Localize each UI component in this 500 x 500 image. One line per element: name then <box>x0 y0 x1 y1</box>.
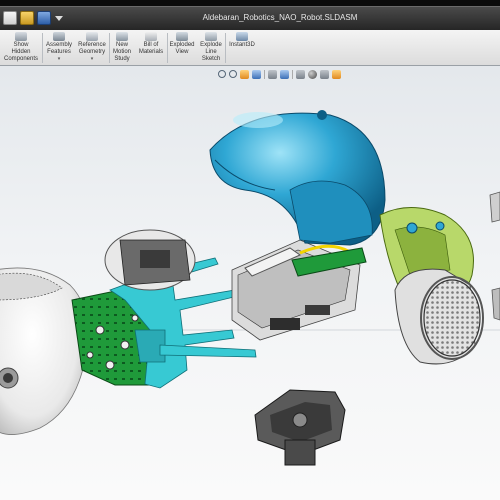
neck-motor-part[interactable] <box>254 389 346 466</box>
ribbon-separator <box>42 33 43 63</box>
explode-line-sketch-button[interactable]: Explode Line Sketch <box>198 30 224 66</box>
explode-line-sketch-icon <box>205 32 217 41</box>
head-top-shell-part[interactable] <box>209 110 386 246</box>
bill-of-materials-button[interactable]: Bill of Materials <box>136 30 166 66</box>
show-hidden-icon <box>15 32 27 41</box>
graphics-area[interactable] <box>0 66 500 500</box>
bill-of-materials-icon <box>145 32 157 41</box>
view-orientation-icon[interactable] <box>268 69 277 79</box>
face-shell-part[interactable] <box>0 267 89 435</box>
section-view-icon[interactable] <box>252 69 261 79</box>
new-motion-study-button[interactable]: New Motion Study <box>111 30 133 66</box>
speaker-part[interactable] <box>394 268 484 365</box>
edge-connector-part[interactable] <box>489 191 500 321</box>
hide-show-icon[interactable] <box>296 69 305 79</box>
zoom-area-icon[interactable] <box>229 70 237 78</box>
motion-study-icon <box>116 32 128 41</box>
rear-camera-module[interactable] <box>104 229 196 291</box>
save-icon[interactable] <box>37 11 51 25</box>
heads-up-view-toolbar <box>218 68 341 80</box>
toolbar-separator <box>264 69 265 79</box>
show-hidden-components-button[interactable]: Show Hidden Components <box>2 30 40 66</box>
edit-appearance-icon[interactable] <box>308 69 317 79</box>
open-folder-icon[interactable] <box>20 11 34 25</box>
command-manager-ribbon: Show Hidden Components Assembly Features… <box>0 30 500 66</box>
exploded-view-icon <box>176 32 188 41</box>
assembly-features-icon <box>53 32 65 41</box>
exploded-view-button[interactable]: Exploded View <box>168 30 196 66</box>
view-settings-icon[interactable] <box>332 69 341 79</box>
previous-view-icon[interactable] <box>240 69 249 79</box>
ribbon-separator <box>109 33 110 63</box>
assembly-features-button[interactable]: Assembly Features ▾ <box>44 30 74 66</box>
reference-geometry-button[interactable]: Reference Geometry ▾ <box>76 30 108 66</box>
apply-scene-icon[interactable] <box>320 69 329 79</box>
solidworks-window: Aldebaran_Robotics_NAO_Robot.SLDASM Show… <box>0 0 500 500</box>
instant3d-button[interactable]: Instant3D <box>227 30 257 66</box>
window-title: Aldebaran_Robotics_NAO_Robot.SLDASM <box>202 13 358 22</box>
zoom-to-fit-icon[interactable] <box>218 70 226 78</box>
instant3d-icon <box>236 32 248 41</box>
exploded-robot-head-model[interactable] <box>0 66 500 500</box>
reference-geometry-icon <box>86 32 98 41</box>
main-processor-board[interactable] <box>231 239 367 341</box>
toolbar-separator <box>292 69 293 79</box>
ribbon-separator <box>225 33 226 63</box>
title-bar: Aldebaran_Robotics_NAO_Robot.SLDASM <box>0 6 500 30</box>
new-document-icon[interactable] <box>3 11 17 25</box>
dropdown-arrow-icon[interactable] <box>55 16 63 21</box>
display-style-icon[interactable] <box>280 69 289 79</box>
